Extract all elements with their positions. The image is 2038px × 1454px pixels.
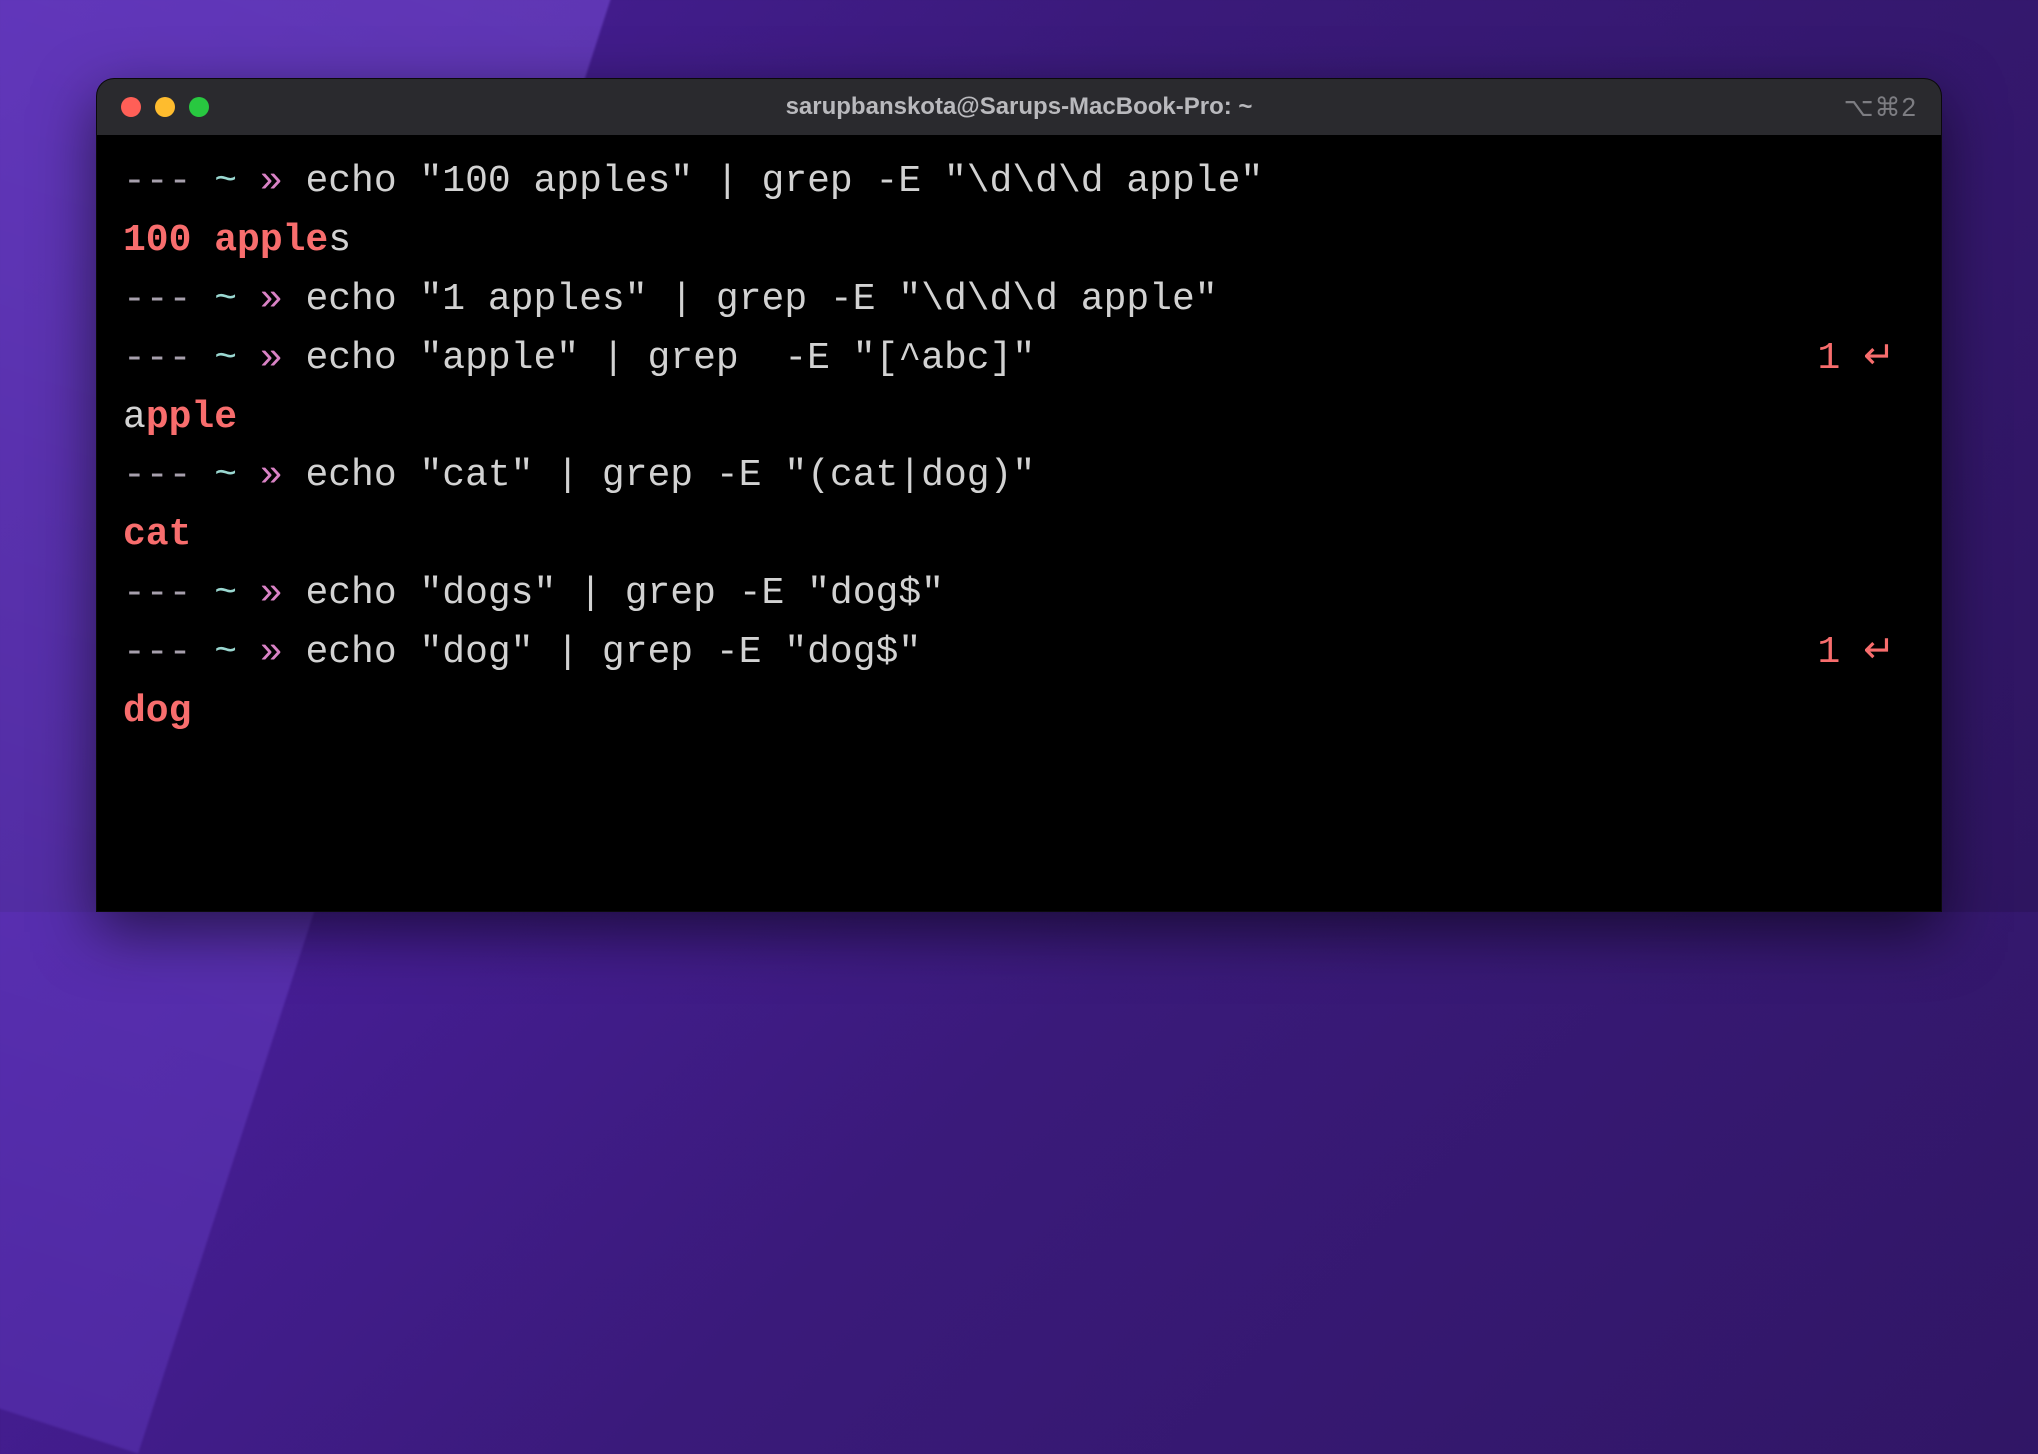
command-text: echo "cat" | grep -E "(cat|dog)" [305,454,1035,497]
command-text: echo "dogs" | grep -E "dog$" [305,572,944,615]
grep-match: cat [123,513,191,556]
prompt-line: --- ~ » echo "100 apples" | grep -E "\d\… [123,153,1915,212]
prompt-dashes: --- [123,454,214,497]
output-line: cat [123,506,1915,565]
prompt-line: --- ~ » echo "dog" | grep -E "dog$" 1 ↵ [123,624,1915,683]
prompt-arrow-icon: » [260,572,306,615]
exit-status: 1 ↵ [1818,330,1915,389]
command-text: echo "100 apples" | grep -E "\d\d\d appl… [305,160,1263,203]
minimize-icon[interactable] [155,97,175,117]
grep-match: 100 apple [123,219,328,262]
exit-status: 1 ↵ [1818,624,1915,683]
prompt-line: --- ~ » echo "1 apples" | grep -E "\d\d\… [123,271,1915,330]
prompt-cwd: ~ [214,278,260,321]
grep-context: s [328,219,351,262]
output-line: dog [123,683,1915,742]
return-arrow-icon: ↵ [1863,337,1895,380]
exit-code: 1 [1818,631,1841,674]
prompt-arrow-icon: » [260,160,306,203]
prompt-line: --- ~ » echo "dogs" | grep -E "dog$" [123,565,1915,624]
prompt-dashes: --- [123,572,214,615]
command-text: echo "dog" | grep -E "dog$" [305,631,921,674]
grep-match: pple [146,396,237,439]
prompt-cwd: ~ [214,631,260,674]
terminal-window[interactable]: sarupbanskota@Sarups-MacBook-Pro: ~ ⌥⌘2 … [96,78,1942,912]
exit-code: 1 [1818,337,1841,380]
prompt-dashes: --- [123,337,214,380]
command-text: echo "apple" | grep -E "[^abc]" [305,337,1035,380]
return-arrow-icon: ↵ [1863,631,1895,674]
window-title: sarupbanskota@Sarups-MacBook-Pro: ~ [97,93,1941,121]
prompt-arrow-icon: » [260,278,306,321]
prompt-line: --- ~ » echo "apple" | grep -E "[^abc]" 1… [123,330,1915,389]
zoom-icon[interactable] [189,97,209,117]
prompt-dashes: --- [123,631,214,674]
titlebar[interactable]: sarupbanskota@Sarups-MacBook-Pro: ~ ⌥⌘2 [97,79,1941,135]
terminal-body[interactable]: --- ~ » echo "100 apples" | grep -E "\d\… [97,135,1941,911]
prompt-dashes: --- [123,278,214,321]
prompt-line: --- ~ » echo "cat" | grep -E "(cat|dog)" [123,447,1915,506]
traffic-lights [97,97,209,117]
output-line: 100 apples [123,212,1915,271]
pane-shortcut-indicator: ⌥⌘2 [1844,92,1917,123]
prompt-cwd: ~ [214,337,260,380]
command-text: echo "1 apples" | grep -E "\d\d\d apple" [305,278,1217,321]
prompt-cwd: ~ [214,572,260,615]
close-icon[interactable] [121,97,141,117]
grep-match: dog [123,690,191,733]
prompt-cwd: ~ [214,454,260,497]
prompt-arrow-icon: » [260,631,306,674]
output-line: apple [123,389,1915,448]
prompt-dashes: --- [123,160,214,203]
prompt-arrow-icon: » [260,337,306,380]
prompt-arrow-icon: » [260,454,306,497]
prompt-cwd: ~ [214,160,260,203]
grep-context: a [123,396,146,439]
